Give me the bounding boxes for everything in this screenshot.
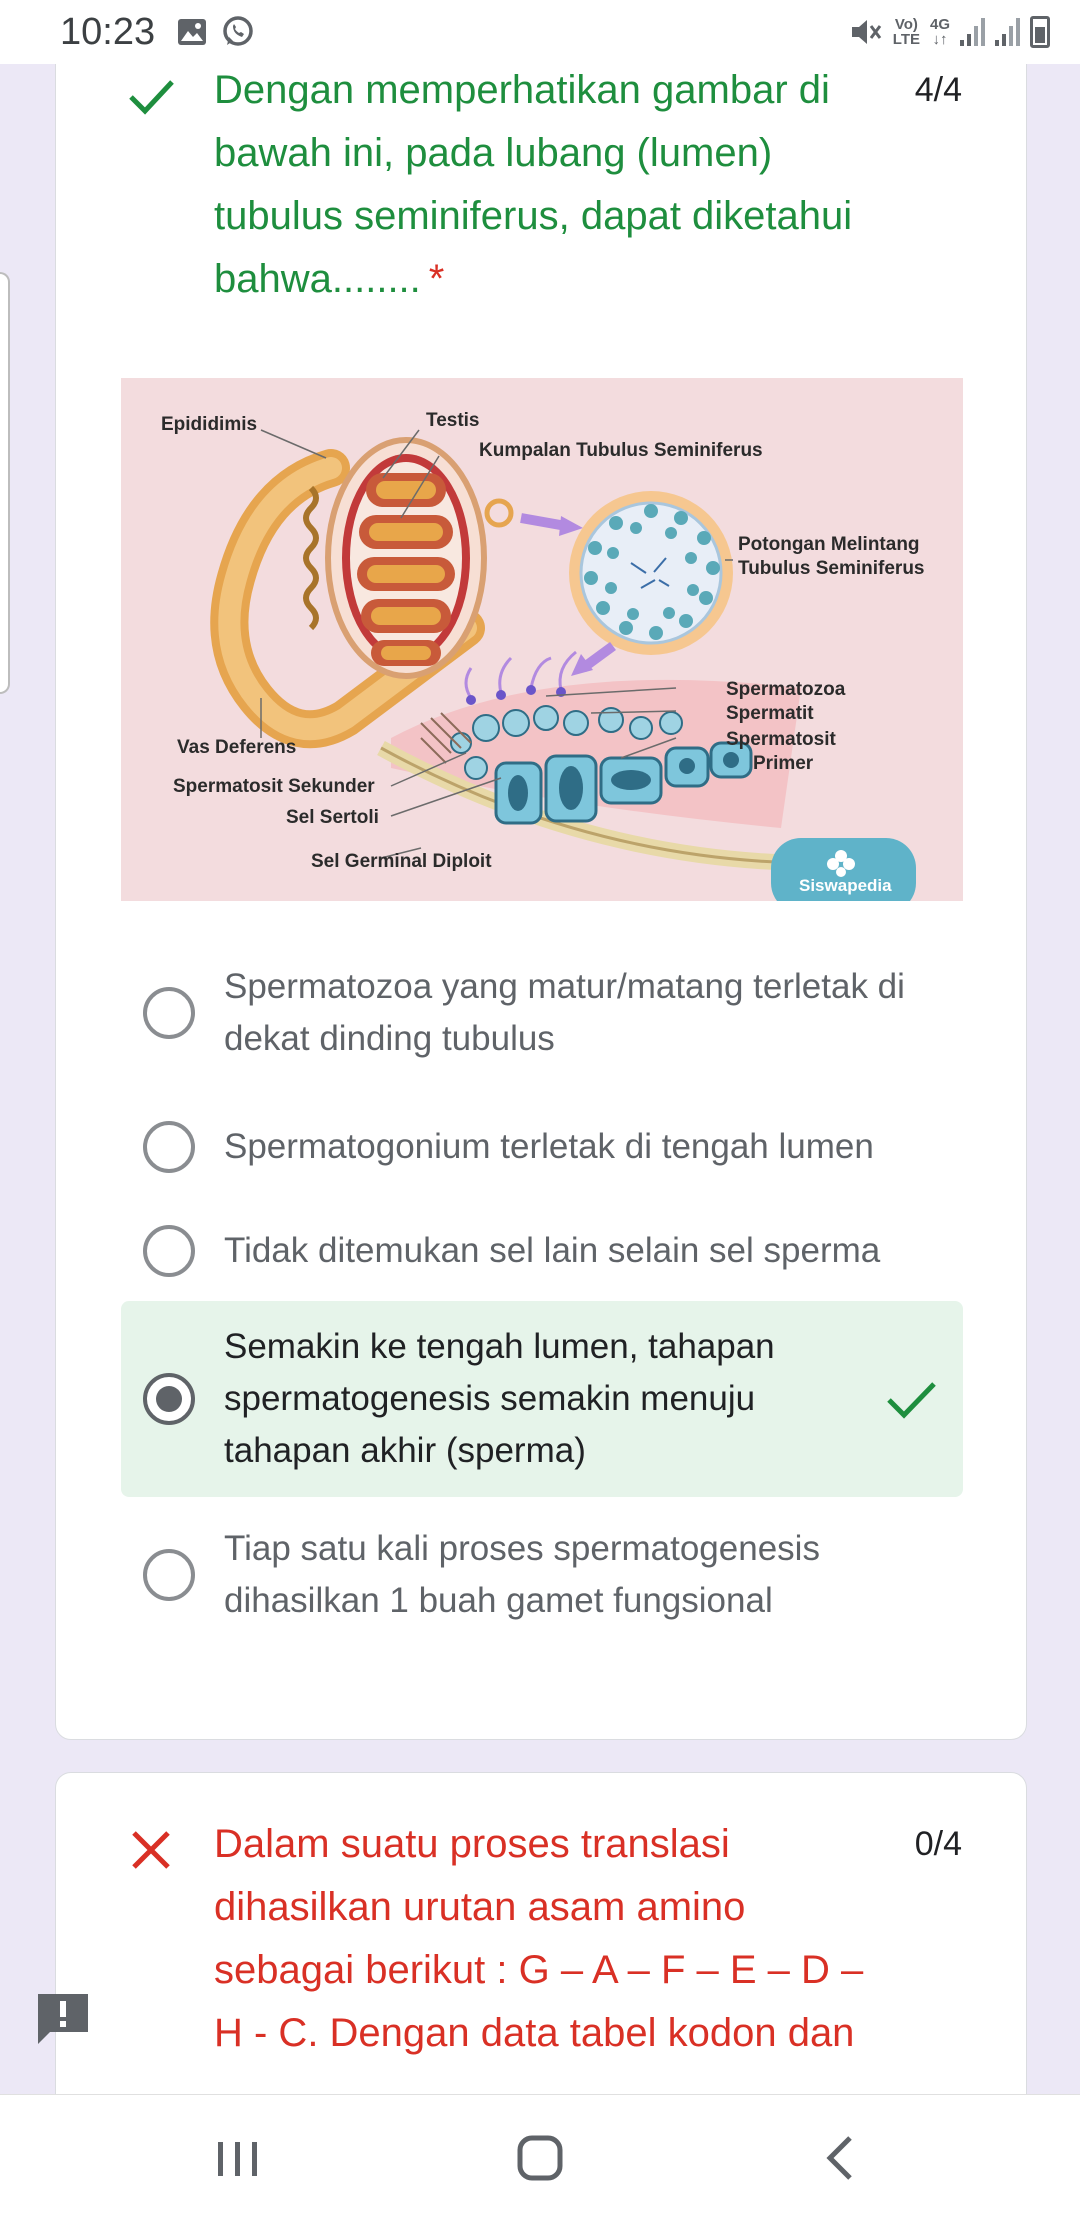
option-5[interactable]: Tiap satu kali proses spermatogenesis di… [121,1523,963,1627]
mute-icon [851,20,881,44]
option-3[interactable]: Tidak ditemukan sel lain selain sel sper… [121,1221,963,1281]
question-score: 4/4 [914,71,962,109]
radio-button[interactable] [143,1225,195,1277]
question-title: Dalam suatu proses translasi dihasilkan … [214,1822,864,2055]
option-2[interactable]: Spermatogonium terletak di tengah lumen [121,1117,963,1177]
fig-label-vas-deferens: Vas Deferens [177,737,296,758]
option-4-selected[interactable]: Semakin ke tengah lumen, tahapan spermat… [121,1301,963,1497]
fig-label-germinal: Sel Germinal Diploit [311,851,492,872]
question-title: Dengan memperhatikan gambar di bawah ini… [214,68,853,301]
fig-label-epididimis: Epididimis [161,414,257,435]
cross-icon [132,1831,170,1869]
check-icon [887,1382,936,1419]
radio-button[interactable] [143,1121,195,1173]
fig-label-potongan-2: Tubulus Seminiferus [738,558,925,579]
volte-icon: Vo) LTE [892,16,920,48]
fig-watermark: Siswapedia [799,876,892,895]
signal-icon [995,18,1020,46]
question-image: Epididimis Testis Kumpalan Tubulus Semin… [121,378,963,901]
fig-label-sekunder: Spermatosit Sekunder [173,776,375,797]
radio-button[interactable] [143,1549,195,1601]
fig-label-potongan-1: Potongan Melintang [738,534,920,555]
feedback-icon[interactable] [36,1990,90,2046]
fig-label-kumpalan: Kumpalan Tubulus Seminiferus [479,440,763,461]
fig-label-primer: Primer [753,753,814,774]
back-icon[interactable] [812,2130,872,2186]
option-label: Tidak ditemukan sel lain selain sel sper… [224,1231,881,1270]
image-icon [178,19,207,45]
option-label: Spermatozoa yang matur/matang terletak d… [224,967,905,1058]
status-bar: 10:23 Vo) LTE 4G ↓↑ [0,0,1080,64]
option-label: Spermatogonium terletak di tengah lumen [224,1127,874,1166]
fig-label-sertoli: Sel Sertoli [286,807,379,828]
navigation-bar [0,2094,1080,2220]
home-icon[interactable] [510,2130,570,2186]
option-label: Tiap satu kali proses spermatogenesis di… [224,1529,820,1620]
question-card: Dengan memperhatikan gambar di bawah ini… [55,20,1027,1740]
battery-icon [1030,16,1050,48]
side-panel-handle[interactable] [0,272,10,694]
check-icon [129,80,174,115]
option-label: Semakin ke tengah lumen, tahapan spermat… [224,1327,775,1470]
fig-label-spermatozoa: Spermatozoa [726,679,846,700]
recent-apps-icon[interactable] [208,2130,268,2186]
fig-label-testis: Testis [426,410,480,431]
fig-label-spermatosit: Spermatosit [726,729,836,750]
option-1[interactable]: Spermatozoa yang matur/matang terletak d… [121,961,963,1065]
fig-label-spermatit: Spermatit [726,703,814,724]
signal-icon [960,18,985,46]
radio-button[interactable] [143,987,195,1039]
required-asterisk: * [428,257,445,301]
question-score: 0/4 [914,1825,962,1863]
4g-icon: 4G ↓↑ [929,16,950,48]
status-time: 10:23 [60,10,156,53]
radio-button-checked[interactable] [143,1373,195,1425]
whatsapp-icon [223,16,253,46]
